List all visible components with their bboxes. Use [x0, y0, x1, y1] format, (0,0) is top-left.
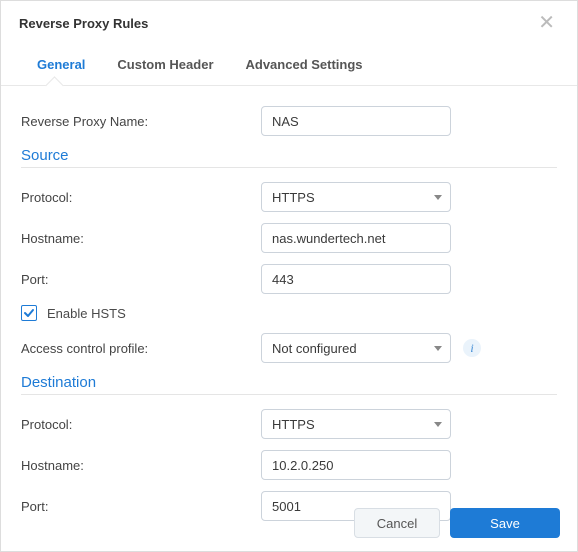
access-control-profile-label: Access control profile: [21, 341, 261, 356]
destination-protocol-value: HTTPS [272, 417, 315, 432]
close-icon[interactable]: ✕ [534, 11, 559, 35]
enable-hsts-label: Enable HSTS [47, 306, 126, 321]
info-icon[interactable]: i [463, 339, 481, 357]
tab-bar: General Custom Header Advanced Settings [1, 43, 577, 86]
source-protocol-value: HTTPS [272, 190, 315, 205]
dialog-title: Reverse Proxy Rules [19, 16, 148, 31]
access-control-profile-value: Not configured [272, 341, 357, 356]
divider [21, 167, 557, 168]
source-hostname-label: Hostname: [21, 231, 261, 246]
tab-advanced-settings[interactable]: Advanced Settings [246, 43, 363, 85]
source-heading: Source [21, 147, 557, 164]
destination-protocol-select[interactable]: HTTPS [261, 409, 451, 439]
reverse-proxy-name-label: Reverse Proxy Name: [21, 114, 261, 129]
reverse-proxy-name-input[interactable] [261, 106, 451, 136]
caret-down-icon [434, 422, 442, 427]
cancel-button[interactable]: Cancel [354, 508, 440, 538]
tab-general[interactable]: General [37, 43, 85, 85]
source-protocol-label: Protocol: [21, 190, 261, 205]
destination-hostname-label: Hostname: [21, 458, 261, 473]
form-body: Reverse Proxy Name: Source Protocol: HTT… [1, 86, 577, 521]
caret-down-icon [434, 346, 442, 351]
source-port-label: Port: [21, 272, 261, 287]
dialog-header: Reverse Proxy Rules ✕ [1, 1, 577, 43]
source-port-input[interactable] [261, 264, 451, 294]
tab-custom-header[interactable]: Custom Header [117, 43, 213, 85]
access-control-profile-select[interactable]: Not configured [261, 333, 451, 363]
divider [21, 394, 557, 395]
caret-down-icon [434, 195, 442, 200]
destination-hostname-input[interactable] [261, 450, 451, 480]
save-button[interactable]: Save [450, 508, 560, 538]
destination-heading: Destination [21, 374, 557, 391]
source-protocol-select[interactable]: HTTPS [261, 182, 451, 212]
checkmark-icon [23, 307, 35, 319]
enable-hsts-checkbox[interactable] [21, 305, 37, 321]
source-hostname-input[interactable] [261, 223, 451, 253]
destination-protocol-label: Protocol: [21, 417, 261, 432]
dialog-footer: Cancel Save [0, 494, 578, 552]
